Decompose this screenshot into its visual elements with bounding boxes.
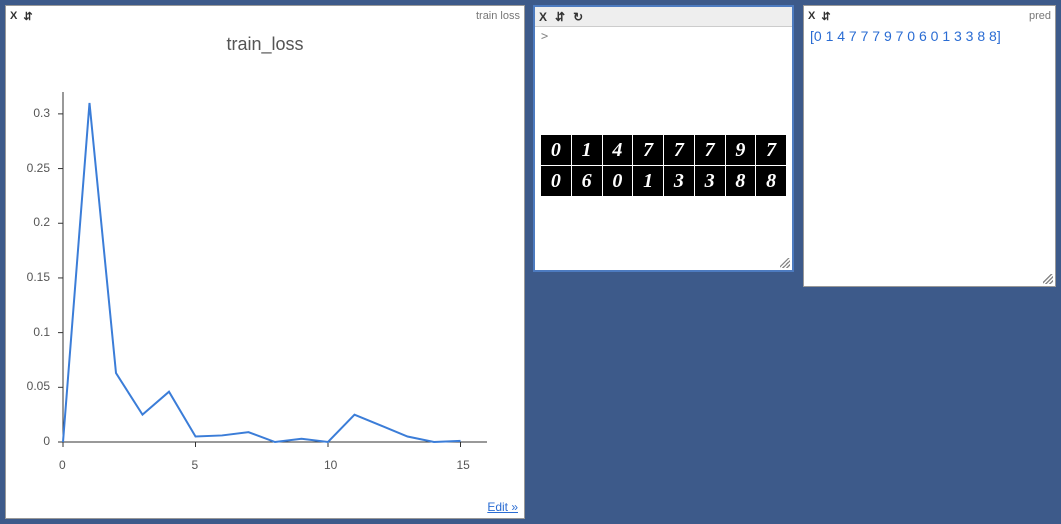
y-tick-label: 0 (10, 434, 50, 448)
chart-pane: X ⇵ train loss train_loss Edit » 0 0.05 0.… (5, 5, 525, 519)
drag-icon[interactable]: ⇵ (23, 10, 32, 23)
x-tick-label: 10 (324, 458, 337, 472)
digit-cell: 7 (664, 135, 694, 165)
y-tick-label: 0.25 (10, 161, 50, 175)
resize-grip[interactable] (780, 258, 790, 268)
close-icon[interactable]: X (10, 10, 17, 22)
digit-cell: 0 (603, 166, 633, 196)
digit-cell: 7 (756, 135, 786, 165)
y-tick-label: 0.05 (10, 379, 50, 393)
close-icon[interactable]: X (808, 10, 815, 22)
reload-icon[interactable]: ↻ (573, 10, 583, 24)
console-prompt: > (535, 27, 792, 45)
x-tick-label: 15 (457, 458, 470, 472)
pred-text: [0 1 4 7 7 7 9 7 0 6 0 1 3 3 8 8] (804, 24, 1055, 48)
edit-link[interactable]: Edit » (487, 500, 518, 514)
y-tick-label: 0.2 (10, 215, 50, 229)
drag-icon[interactable]: ⇵ (555, 10, 565, 24)
digit-cell: 6 (572, 166, 602, 196)
plot-area[interactable] (58, 84, 492, 454)
image-pane-header[interactable]: X ⇵ ↻ (535, 7, 792, 27)
y-tick-label: 0.3 (10, 106, 50, 120)
digit-cell: 7 (695, 135, 725, 165)
close-icon[interactable]: X (539, 10, 547, 24)
digit-cell: 0 (541, 166, 571, 196)
digit-cell: 8 (756, 166, 786, 196)
digit-cell: 3 (695, 166, 725, 196)
digit-cell: 9 (726, 135, 756, 165)
pred-titlebar[interactable]: X ⇵ pred (808, 8, 1051, 24)
digit-cell: 1 (572, 135, 602, 165)
digit-grid: 01477797 06013388 (541, 135, 786, 196)
x-tick-label: 0 (59, 458, 66, 472)
digit-cell: 8 (726, 166, 756, 196)
resize-grip[interactable] (1043, 274, 1053, 284)
pred-pane: X ⇵ pred [0 1 4 7 7 7 9 7 0 6 0 1 3 3 8 … (803, 5, 1056, 287)
pane-name-label: pred (1029, 10, 1051, 22)
x-tick-label: 5 (192, 458, 199, 472)
chart-titlebar[interactable]: X ⇵ train loss (10, 8, 520, 24)
digit-cell: 0 (541, 135, 571, 165)
image-pane: X ⇵ ↻ > 01477797 06013388 (533, 5, 794, 272)
y-tick-label: 0.15 (10, 270, 50, 284)
digit-cell: 4 (603, 135, 633, 165)
drag-icon[interactable]: ⇵ (821, 10, 830, 23)
y-tick-label: 0.1 (10, 325, 50, 339)
digit-cell: 7 (633, 135, 663, 165)
digit-cell: 1 (633, 166, 663, 196)
chart-title: train_loss (6, 34, 524, 55)
pane-name-label: train loss (476, 10, 520, 22)
digit-cell: 3 (664, 166, 694, 196)
